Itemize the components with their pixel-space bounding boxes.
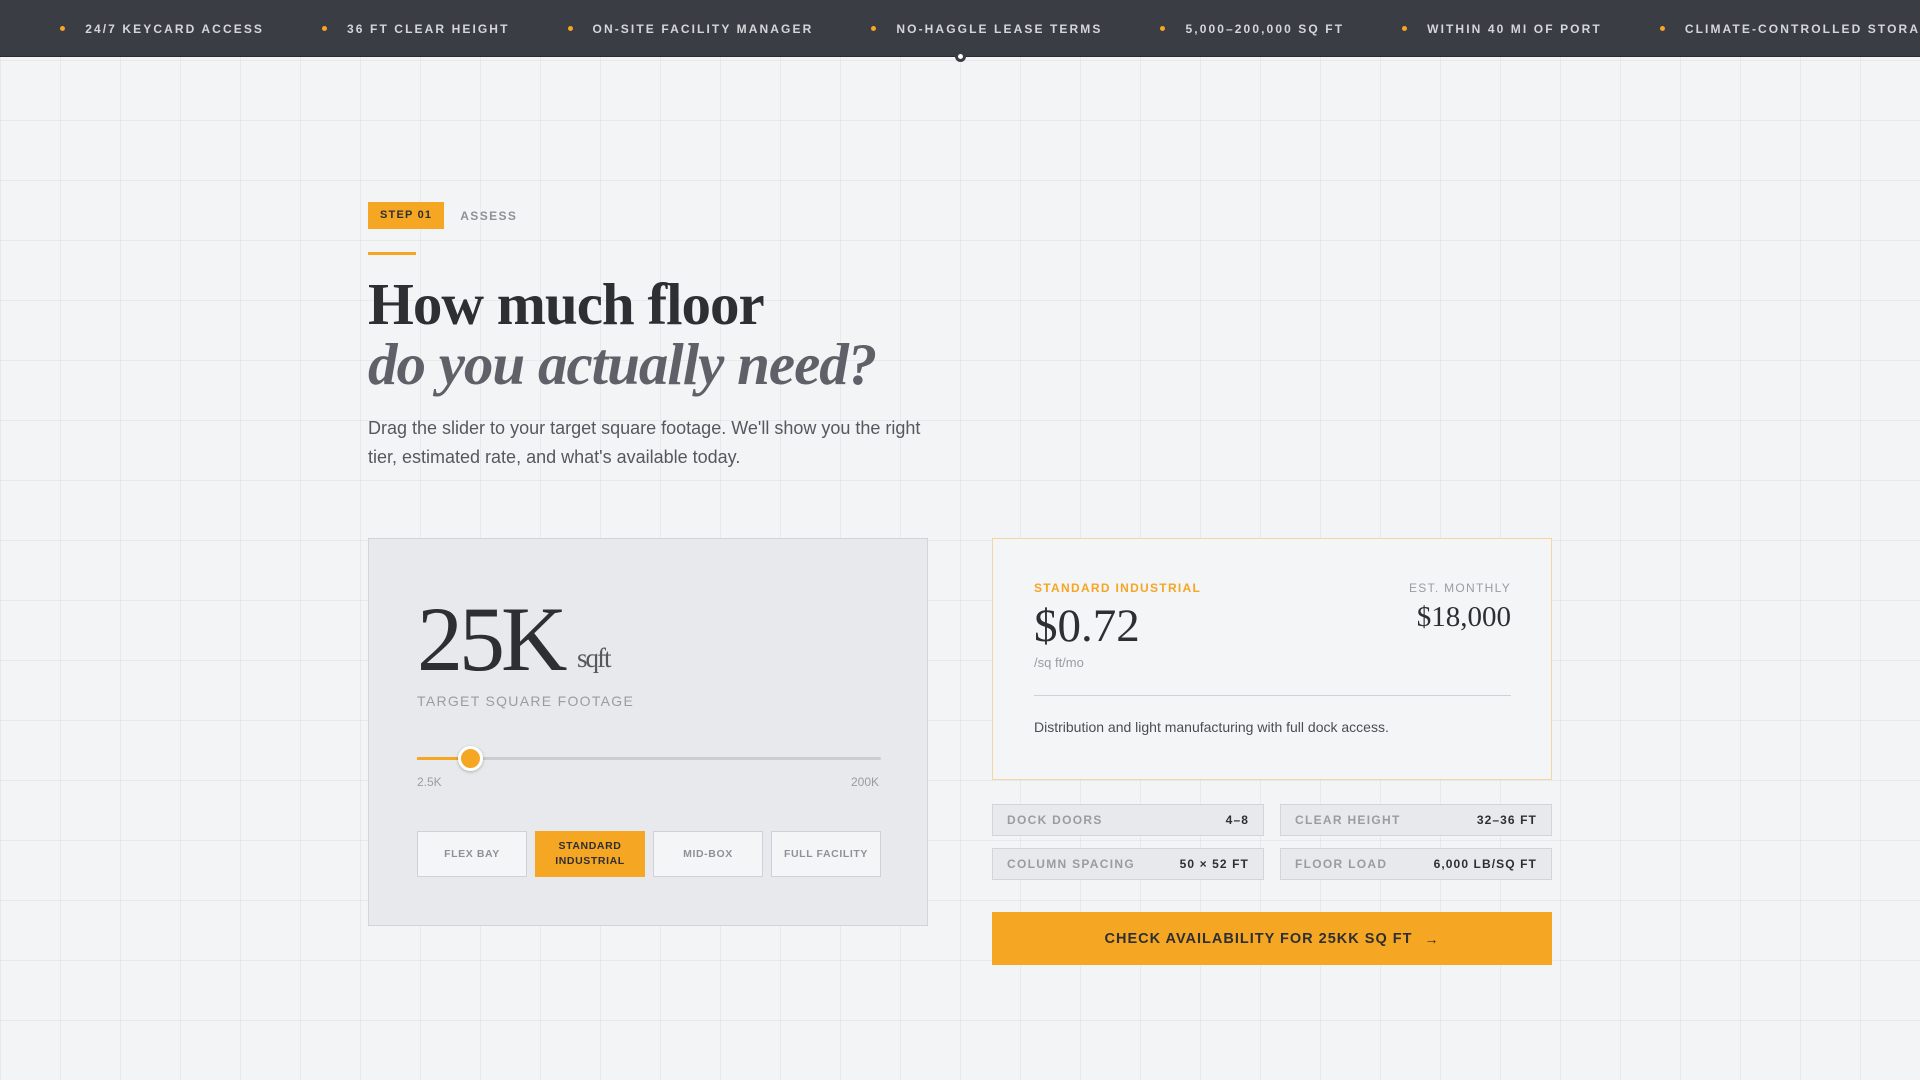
tier-description: Distribution and light manufacturing wit… [1034, 719, 1389, 735]
intro-text: Drag the slider to your target square fo… [368, 418, 921, 467]
ticker-item: On-Site Facility Manager [567, 22, 814, 36]
square-footage-panel: 25K sqft TARGET SQUARE FOOTAGE 2.5K 200K… [368, 538, 928, 926]
headline-line-2: do you actually need? [368, 331, 877, 397]
ticker-marker-icon [955, 51, 966, 62]
tier-option-full-facility[interactable]: FULL FACILITY [771, 831, 881, 877]
ticker-item: Climate-Controlled Storage [1659, 22, 1920, 36]
tier-selector: FLEX BAY STANDARD INDUSTRIAL MID-BOX FUL… [417, 831, 881, 877]
spec-label: CLEAR HEIGHT [1295, 813, 1401, 827]
step-indicator: STEP 01 ASSESS [368, 202, 517, 229]
bullet-icon [1659, 26, 1665, 31]
ticker-item: 5,000–200,000 sq ft [1160, 22, 1344, 36]
target-footage-caption: TARGET SQUARE FOOTAGE [417, 693, 635, 709]
spec-value: 32–36 FT [1476, 813, 1537, 827]
spec-dock-doors: DOCK DOORS 4–8 [992, 804, 1264, 836]
target-footage-value: 25K [417, 588, 567, 690]
bullet-icon [1160, 26, 1166, 31]
headline-line-1: How much floor [368, 271, 765, 337]
rate-price-unit: /sq ft/mo [1034, 655, 1084, 670]
ticker-item: Within 40 mi of Port [1402, 22, 1602, 36]
spec-label: COLUMN SPACING [1007, 857, 1135, 871]
bullet-icon [1402, 26, 1408, 31]
spec-grid: DOCK DOORS 4–8 CLEAR HEIGHT 32–36 FT COL… [992, 804, 1552, 880]
spec-value: 50 × 52 FT [1179, 857, 1249, 871]
spec-clear-height: CLEAR HEIGHT 32–36 FT [1280, 804, 1552, 836]
tier-option-standard-industrial[interactable]: STANDARD INDUSTRIAL [535, 831, 645, 877]
accent-divider [368, 252, 416, 255]
rate-price: $0.72 [1034, 600, 1140, 652]
ticker-item: ON [0, 22, 2, 36]
monthly-estimate-label: EST. MONTHLY [1408, 581, 1511, 595]
card-divider [1034, 695, 1511, 696]
tier-option-mid-box[interactable]: MID-BOX [653, 831, 763, 877]
target-footage-unit: sqft [577, 643, 611, 673]
bullet-icon [567, 26, 573, 31]
ticker-track: ON 24/7 Keycard Access 36 ft Clear Heigh… [0, 0, 1920, 56]
monthly-estimate-value: $18,000 [1416, 601, 1511, 633]
slider-handle[interactable] [457, 746, 483, 771]
ticker-item: 36 ft Clear Height [322, 22, 509, 36]
footage-slider[interactable] [417, 746, 881, 771]
ticker-item: No-Haggle Lease Terms [871, 22, 1102, 36]
rate-summary-card: STANDARD INDUSTRIAL $0.72 /sq ft/mo EST.… [992, 538, 1552, 780]
spec-column-spacing: COLUMN SPACING 50 × 52 FT [992, 848, 1264, 880]
spec-label: FLOOR LOAD [1295, 857, 1388, 871]
tier-option-flex-bay[interactable]: FLEX BAY [417, 831, 527, 877]
bullet-icon [322, 26, 328, 31]
arrow-right-icon: → [1424, 930, 1440, 947]
slider-max-label: 200K [850, 775, 879, 789]
step-badge: STEP 01 [368, 202, 445, 229]
bullet-icon [60, 26, 66, 31]
step-label: ASSESS [460, 208, 518, 223]
ticker-item: 24/7 Keycard Access [60, 22, 264, 36]
bullet-icon [871, 26, 877, 31]
page-title: How much floor do you actually need? [368, 271, 877, 397]
spec-label: DOCK DOORS [1007, 813, 1103, 827]
slider-min-label: 2.5K [417, 775, 442, 789]
selected-tier-name: STANDARD INDUSTRIAL [1034, 581, 1202, 595]
check-availability-button[interactable]: CHECK AVAILABILITY FOR 25KK SQ FT → [992, 912, 1552, 965]
spec-floor-load: FLOOR LOAD 6,000 LB/SQ FT [1280, 848, 1552, 880]
spec-value: 6,000 LB/SQ FT [1433, 857, 1537, 871]
feature-ticker: ON 24/7 Keycard Access 36 ft Clear Heigh… [0, 0, 1920, 57]
check-availability-label: CHECK AVAILABILITY FOR 25KK SQ FT [1104, 930, 1413, 947]
spec-value: 4–8 [1225, 813, 1249, 827]
